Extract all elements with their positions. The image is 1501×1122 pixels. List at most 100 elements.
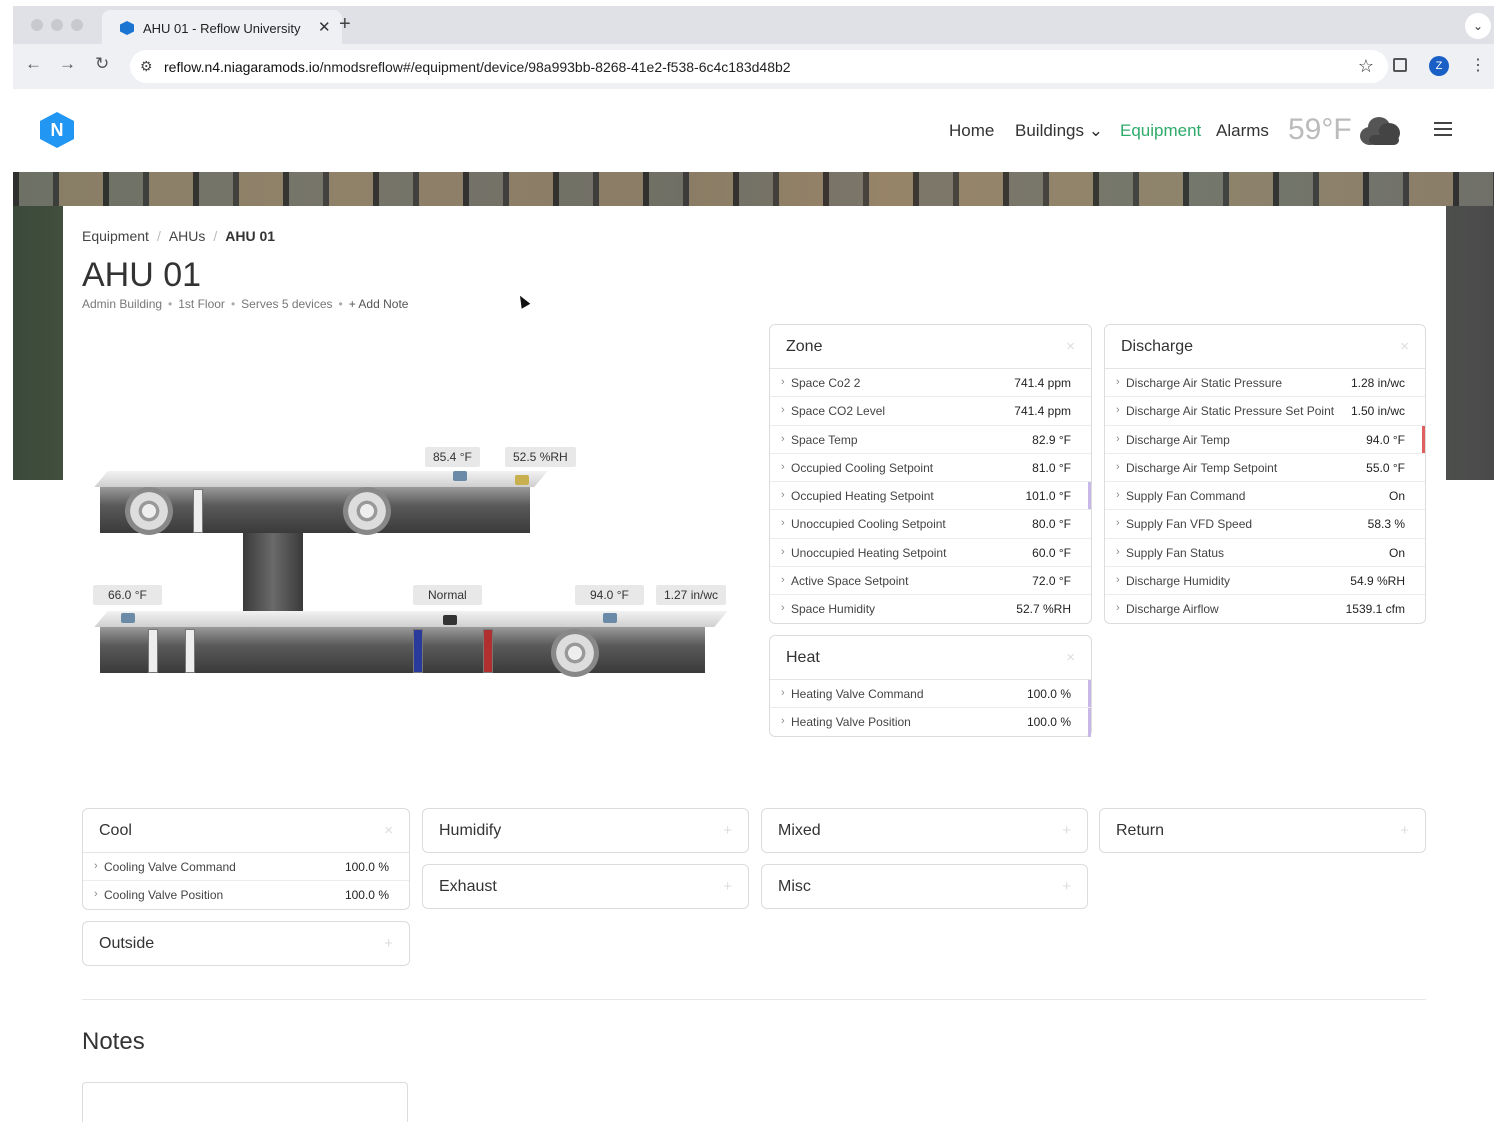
niagara-logo[interactable]: N (40, 112, 74, 148)
outside-temp-label[interactable]: 66.0 °F (93, 585, 162, 605)
point-row[interactable]: › Occupied Heating Setpoint 101.0 °F (770, 482, 1091, 511)
point-row[interactable]: › Discharge Airflow 1539.1 cfm (1105, 595, 1425, 623)
return-temp-label[interactable]: 85.4 °F (425, 447, 480, 467)
outside-panel[interactable]: Outside + (82, 921, 410, 966)
tab-close-icon[interactable]: ✕ (318, 18, 331, 36)
misc-panel[interactable]: Misc + (761, 864, 1088, 909)
meta-floor[interactable]: 1st Floor (178, 297, 225, 311)
address-bar[interactable]: ⚙ reflow.n4.niagaramods.io/nmodsreflow#/… (130, 50, 1388, 83)
add-note-button[interactable]: + Add Note (349, 297, 409, 311)
breadcrumb: Equipment / AHUs / AHU 01 (82, 228, 275, 244)
discharge-temp-sensor-icon (603, 613, 617, 623)
nav-buildings[interactable]: Buildings ⌄ (1015, 121, 1103, 141)
close-icon[interactable]: × (1400, 338, 1409, 355)
expand-icon[interactable]: + (1062, 878, 1071, 895)
side-panel-icon[interactable] (1393, 58, 1407, 72)
point-row[interactable]: › Discharge Air Temp 94.0 °F (1105, 425, 1425, 454)
zone-panel-header[interactable]: Zone × (770, 325, 1091, 369)
humidify-panel-header[interactable]: Humidify + (423, 809, 748, 853)
point-row[interactable]: › Space CO2 Level 741.4 ppm (770, 397, 1091, 426)
expand-icon[interactable]: + (723, 822, 732, 839)
point-row[interactable]: › Heating Valve Command 100.0 % (770, 680, 1091, 709)
hamburger-menu-icon[interactable] (1434, 122, 1452, 136)
site-settings-icon[interactable]: ⚙ (140, 58, 153, 75)
cooling-coil-icon (413, 629, 423, 673)
misc-panel-header[interactable]: Misc + (762, 865, 1087, 909)
point-row[interactable]: › Supply Fan Command On (1105, 482, 1425, 511)
filter-status-label[interactable]: Normal (413, 585, 482, 605)
meta-building[interactable]: Admin Building (82, 297, 162, 311)
point-row[interactable]: › Discharge Air Static Pressure Set Point… (1105, 397, 1425, 426)
exhaust-panel[interactable]: Exhaust + (422, 864, 749, 909)
point-row[interactable]: › Unoccupied Cooling Setpoint 80.0 °F (770, 510, 1091, 539)
expand-icon[interactable]: + (723, 878, 732, 895)
point-row[interactable]: › Supply Fan VFD Speed 58.3 % (1105, 510, 1425, 539)
reload-icon[interactable]: ↻ (95, 54, 109, 74)
point-label: Discharge Humidity (1126, 574, 1231, 589)
point-value: 1539.1 cfm (1345, 602, 1405, 617)
point-row[interactable]: › Space Humidity 52.7 %RH (770, 595, 1091, 623)
return-panel-header[interactable]: Return + (1100, 809, 1425, 853)
point-row[interactable]: › Active Space Setpoint 72.0 °F (770, 567, 1091, 596)
point-value: 82.9 °F (1032, 432, 1071, 447)
bookmark-star-icon[interactable]: ☆ (1358, 56, 1374, 77)
chevron-right-icon: › (1116, 432, 1120, 445)
point-row[interactable]: › Discharge Humidity 54.9 %RH (1105, 567, 1425, 596)
expand-icon[interactable]: + (384, 935, 393, 952)
point-row[interactable]: › Cooling Valve Position 100.0 % (83, 881, 409, 909)
browser-menu-icon[interactable]: ⋮ (1470, 55, 1486, 75)
point-row[interactable]: › Space Temp 82.9 °F (770, 426, 1091, 454)
profile-avatar[interactable]: Z (1429, 56, 1449, 76)
close-icon[interactable]: × (1066, 338, 1075, 355)
discharge-panel-header[interactable]: Discharge × (1105, 325, 1425, 369)
equipment-card: Equipment / AHUs / AHU 01 AHU 01 Admin Build… (63, 206, 1446, 1122)
point-label: Unoccupied Heating Setpoint (791, 545, 947, 560)
breadcrumb-equipment[interactable]: Equipment (82, 228, 149, 244)
humidify-panel[interactable]: Humidify + (422, 808, 749, 853)
mixed-panel-header[interactable]: Mixed + (762, 809, 1087, 853)
exhaust-panel-header[interactable]: Exhaust + (423, 865, 748, 909)
point-value: 81.0 °F (1032, 460, 1071, 475)
mixed-panel[interactable]: Mixed + (761, 808, 1088, 853)
point-row[interactable]: › Unoccupied Heating Setpoint 60.0 °F (770, 539, 1091, 568)
status-bar (1088, 482, 1091, 510)
point-row[interactable]: › Discharge Air Temp Setpoint 55.0 °F (1105, 454, 1425, 483)
close-icon[interactable]: × (384, 822, 393, 839)
point-row[interactable]: › Occupied Cooling Setpoint 81.0 °F (770, 454, 1091, 483)
nav-equipment[interactable]: Equipment (1120, 121, 1201, 141)
point-row[interactable]: › Heating Valve Position 100.0 % (770, 708, 1091, 737)
meta-serves[interactable]: Serves 5 devices (241, 297, 332, 311)
zoom-window-icon[interactable] (71, 19, 83, 31)
back-icon[interactable]: ← (25, 54, 42, 74)
outside-panel-header[interactable]: Outside + (83, 922, 409, 966)
chevron-right-icon: › (781, 460, 785, 473)
point-value: 94.0 °F (1366, 432, 1405, 447)
point-row[interactable]: › Space Co2 2 741.4 ppm (770, 369, 1091, 398)
outside-panel-title: Outside (99, 935, 155, 952)
new-tab-button[interactable]: + (339, 13, 351, 36)
discharge-temp-label[interactable]: 94.0 °F (575, 585, 644, 605)
close-icon[interactable]: × (1066, 649, 1075, 666)
url-text[interactable]: reflow.n4.niagaramods.io/nmodsreflow#/eq… (164, 59, 791, 75)
expand-icon[interactable]: + (1400, 822, 1409, 839)
point-row[interactable]: › Discharge Air Static Pressure 1.28 in/wc (1105, 369, 1425, 398)
point-row[interactable]: › Supply Fan Status On (1105, 539, 1425, 568)
point-label: Discharge Airflow (1126, 602, 1219, 617)
close-window-icon[interactable] (31, 19, 43, 31)
return-humidity-label[interactable]: 52.5 %RH (505, 447, 576, 467)
notes-input[interactable] (82, 1082, 408, 1122)
point-row[interactable]: › Cooling Valve Command 100.0 % (83, 853, 409, 882)
heat-panel-header[interactable]: Heat × (770, 636, 1091, 680)
nav-home[interactable]: Home (949, 121, 994, 141)
expand-icon[interactable]: + (1062, 822, 1071, 839)
nav-alarms[interactable]: Alarms (1216, 121, 1269, 141)
cool-panel-header[interactable]: Cool × (83, 809, 409, 853)
minimize-window-icon[interactable] (51, 19, 63, 31)
browser-tab[interactable]: AHU 01 - Reflow University ✕ (102, 10, 342, 44)
breadcrumb-ahus[interactable]: AHUs (169, 228, 206, 244)
return-panel[interactable]: Return + (1099, 808, 1426, 853)
return-panel-title: Return (1116, 822, 1165, 839)
tab-search-icon[interactable]: ⌄ (1465, 13, 1491, 39)
static-pressure-label[interactable]: 1.27 in/wc (656, 585, 727, 605)
forward-icon[interactable]: → (59, 54, 76, 74)
